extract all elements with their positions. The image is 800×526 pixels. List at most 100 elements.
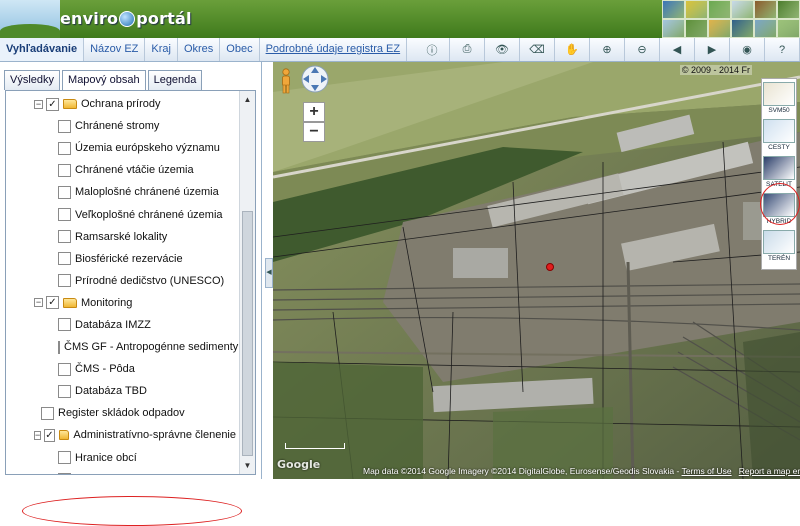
binoculars-button[interactable]: 👁 [485,38,520,61]
binoculars-icon: 👁 [495,44,509,56]
layer-checkbox[interactable] [58,252,71,266]
map-type-thumbnail [763,82,795,106]
scale-bar [285,443,345,449]
tree-row[interactable]: − ✓ Monitoring [6,292,236,314]
zoom-in-button[interactable]: ⊕ [590,38,625,61]
google-logo: Google [277,458,321,471]
collapse-toggle-icon[interactable]: − [34,298,43,308]
header-thumbnail [685,0,708,19]
toolbar-tab-3[interactable]: Okres [178,38,221,61]
layer-checkbox[interactable] [58,451,71,465]
layer-checkbox[interactable] [58,185,71,199]
collapse-panel-handle[interactable]: ◀ [265,258,273,288]
tree-row[interactable]: Biosférické rezervácie [6,248,236,270]
toolbar-tab-4[interactable]: Obec [220,38,260,61]
globe-icon [119,11,136,27]
layer-checkbox[interactable] [41,406,54,420]
location-marker[interactable] [546,263,554,271]
scrollbar-thumb[interactable] [242,211,253,456]
tree-row[interactable]: ČMS GF - Antropogénne sedimenty [6,336,238,358]
map-type-terén[interactable]: TERÉN [763,230,795,265]
tree-row-label: Databáza TBD [75,385,147,398]
panel-tab-0[interactable]: Výsledky [4,70,61,90]
tree-row[interactable]: − ✓ Administratívno-správne členenie [6,424,236,446]
pan-control-icon[interactable] [300,64,330,94]
tree-row[interactable]: Chránené vtáčie územia [6,159,236,181]
tree-row-label: ČMS - Pôda [75,363,135,376]
header-thumbnail [777,19,800,38]
tree-row[interactable]: Register skládok odpadov [6,402,236,424]
tree-row[interactable]: − ✓ Ochrana prírody [6,93,236,115]
main-toolbar: Vyhľadávanie Názov EZ Kraj Okres Obec Podrobn… [0,38,800,62]
terms-of-use-link[interactable]: Terms of Use [682,466,732,476]
layer-checkbox[interactable] [58,384,71,398]
layer-checkbox[interactable]: ✓ [46,296,59,310]
zoom-out-button[interactable]: ⊖ [625,38,660,61]
layer-checkbox[interactable] [58,473,71,474]
layer-checkbox[interactable] [58,274,71,288]
tree-row[interactable]: Hranice obcí [6,447,236,469]
tree-row[interactable]: Hranice okresov [6,469,236,475]
tree-row-label: Hranice obcí [75,451,137,464]
scroll-down-arrow-icon[interactable]: ▼ [242,460,253,471]
header-thumbnail [754,0,777,19]
layer-checkbox[interactable]: ✓ [44,428,55,442]
scroll-up-arrow-icon[interactable]: ▲ [242,94,253,105]
print-button[interactable]: ⎙ [450,38,485,61]
tree-scrollbar[interactable]: ▲ ▼ [239,91,255,474]
report-map-error-link[interactable]: Report a map error [739,466,800,476]
panel-tab-1[interactable]: Mapový obsah [62,70,146,91]
layer-checkbox[interactable] [58,119,71,133]
collapse-toggle-icon[interactable]: − [34,430,42,440]
tree-row[interactable]: Ramsarské lokality [6,226,236,248]
hand-pan-button[interactable]: ✋ [555,38,590,61]
map-zoom-out-button[interactable]: − [303,122,325,142]
layer-checkbox[interactable] [58,340,60,354]
tree-row[interactable]: Územia európskeho významu [6,137,236,159]
map-type-thumbnail [763,156,795,180]
enviroportal-logo[interactable]: enviro portál [60,9,192,28]
toolbar-tab-0[interactable]: Vyhľadávanie [0,38,85,61]
zoom-next-button[interactable]: ▶ [695,38,730,61]
help-button[interactable]: ? [765,38,800,61]
layer-checkbox[interactable]: ✓ [46,97,59,111]
tree-row[interactable]: Maloplošné chránené územia [6,181,236,203]
full-extent-button[interactable]: ◉ [730,38,765,61]
map-type-svm50[interactable]: SVM50 [763,82,795,117]
tree-row-label: Prírodné dedičstvo (UNESCO) [75,274,225,287]
info-icon: ⓘ [426,44,438,57]
toolbar-tab-2[interactable]: Kraj [145,38,178,61]
map-type-thumbnail [763,230,795,254]
layer-checkbox[interactable] [58,208,71,222]
layer-checkbox[interactable] [58,362,71,376]
tree-row-label: Chránené stromy [75,120,160,133]
tree-row[interactable]: ČMS - Pôda [6,358,236,380]
layer-checkbox[interactable] [58,318,71,332]
collapse-toggle-icon[interactable]: − [34,99,43,109]
tree-row-label: Databáza IMZZ [75,318,151,331]
panel-tab-2[interactable]: Legenda [147,70,203,90]
map-view[interactable]: © 2009 - 2014 Fr + − SVM50 CESTY SATELIT HY… [273,62,800,479]
layer-checkbox[interactable] [58,163,71,177]
hand-pan-icon: ✋ [565,44,579,56]
zoom-previous-button[interactable]: ◀ [660,38,695,61]
layer-checkbox[interactable] [58,141,71,155]
map-zoom-in-button[interactable]: + [303,102,325,122]
layer-checkbox[interactable] [58,230,71,244]
eraser-button[interactable]: ⌫ [520,38,555,61]
toolbar-tab-1[interactable]: Názov EZ [84,38,146,61]
tree-row[interactable]: Veľkoplošné chránené územia [6,203,236,225]
info-button[interactable]: ⓘ [415,38,450,61]
hybrid-highlight-circle [760,183,800,225]
toolbar-tab-5[interactable]: Podrobné údaje registra EZ [260,38,408,61]
tree-row[interactable]: Databáza TBD [6,380,236,402]
tree-row[interactable]: Chránené stromy [6,115,236,137]
map-type-cesty[interactable]: CESTY [763,119,795,154]
header-landscape-image [0,0,60,38]
street-view-pegman-icon[interactable] [279,68,293,94]
tree-row[interactable]: Databáza IMZZ [6,314,236,336]
tree-row-label: Hranice okresov [75,474,154,475]
eraser-icon: ⌫ [529,44,545,56]
tree-row[interactable]: Prírodné dedičstvo (UNESCO) [6,270,236,292]
